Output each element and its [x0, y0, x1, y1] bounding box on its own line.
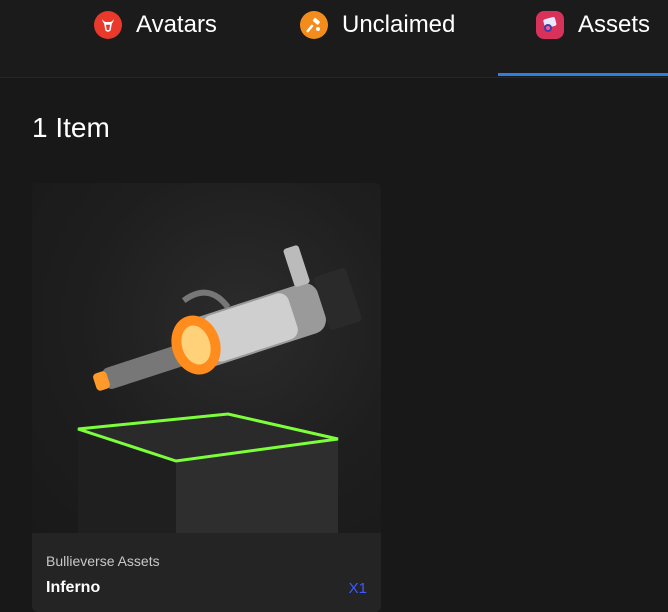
tab-unclaimed[interactable]: Unclaimed	[300, 0, 455, 63]
item-count-title: 1 Item	[32, 112, 110, 143]
tab-avatars-label: Avatars	[136, 10, 217, 38]
assets-cube-icon	[536, 10, 564, 39]
asset-card-footer: Bullieverse Assets Inferno X1	[32, 533, 381, 612]
tab-unclaimed-label: Unclaimed	[342, 10, 456, 38]
item-name: Inferno	[46, 579, 101, 596]
asset-card[interactable]: Bullieverse Assets Inferno X1	[32, 183, 381, 612]
collection-name: Bullieverse Assets	[46, 553, 160, 569]
tab-assets-label: Assets	[578, 10, 651, 38]
active-tab-indicator	[498, 73, 668, 76]
tab-assets[interactable]: Assets	[536, 0, 650, 63]
bull-head-icon	[94, 10, 122, 39]
top-nav: Avatars Unclaimed Assets	[0, 0, 668, 78]
hammer-icon	[300, 10, 328, 39]
tab-avatars[interactable]: Avatars	[94, 0, 217, 63]
asset-image	[32, 183, 381, 533]
item-quantity: X1	[348, 580, 367, 597]
